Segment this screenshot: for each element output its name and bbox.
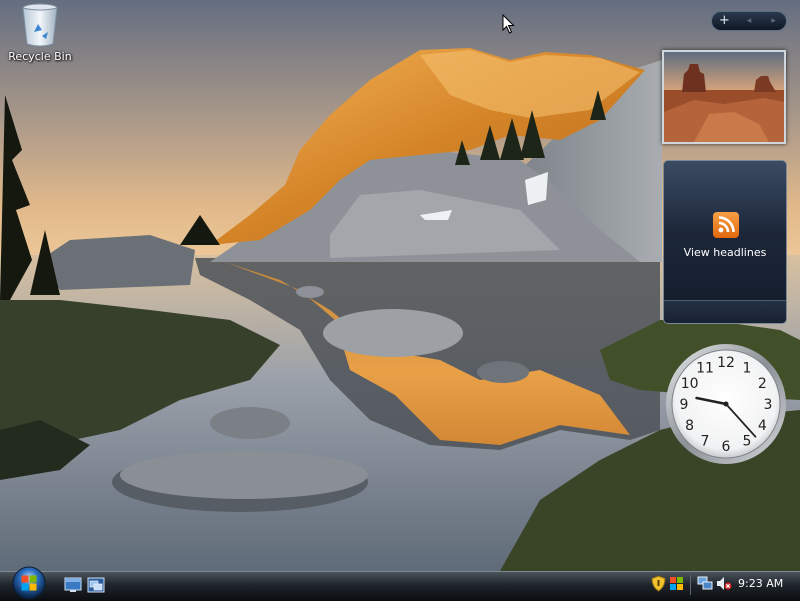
switch-windows-icon[interactable]: [87, 577, 105, 593]
clock-numeral: 10: [681, 376, 699, 392]
tray-separator: [690, 575, 691, 595]
recycle-bin-shortcut[interactable]: Recycle Bin: [6, 2, 74, 72]
recycle-bin-icon: [22, 3, 58, 47]
clock-numeral: 8: [685, 418, 694, 434]
security-shield-icon[interactable]: [650, 575, 667, 592]
previous-page-button[interactable]: ◂: [739, 13, 759, 29]
clock-numeral: 11: [696, 361, 714, 377]
clock-numeral: 3: [764, 397, 773, 413]
clock-numeral: 1: [743, 361, 752, 377]
view-headlines-link[interactable]: View headlines: [664, 246, 786, 259]
taskbar-clock[interactable]: 9:23 AM: [738, 577, 783, 590]
recycle-bin-label: Recycle Bin: [8, 50, 72, 63]
clock-numeral: 5: [743, 433, 752, 449]
add-gadget-button[interactable]: +: [714, 13, 734, 29]
clock-numeral: 6: [722, 439, 731, 455]
clock-numeral: 12: [717, 355, 735, 371]
clock-numeral: 9: [680, 397, 689, 413]
clock-numeral: 7: [701, 433, 710, 449]
feed-gadget-footer: [664, 300, 786, 323]
slideshow-gadget[interactable]: [662, 50, 786, 144]
feed-headlines-gadget[interactable]: View headlines: [663, 160, 787, 324]
clock-numeral: 4: [758, 418, 767, 434]
sidebar-gadget-controls: + ◂ ▸: [711, 11, 787, 31]
next-page-button[interactable]: ▸: [764, 13, 784, 29]
show-desktop-icon[interactable]: [64, 577, 82, 593]
start-button[interactable]: [7, 565, 51, 600]
clock-gadget[interactable]: 12 12 3 45678 9 1011: [664, 342, 788, 466]
volume-muted-icon[interactable]: [715, 575, 732, 592]
slideshow-image: [664, 52, 784, 142]
rss-feed-icon: [713, 212, 739, 238]
network-icon[interactable]: [697, 575, 714, 592]
windows-flag-icon[interactable]: [668, 575, 685, 592]
mouse-pointer-icon: [502, 14, 515, 34]
clock-numeral: 2: [758, 376, 767, 392]
